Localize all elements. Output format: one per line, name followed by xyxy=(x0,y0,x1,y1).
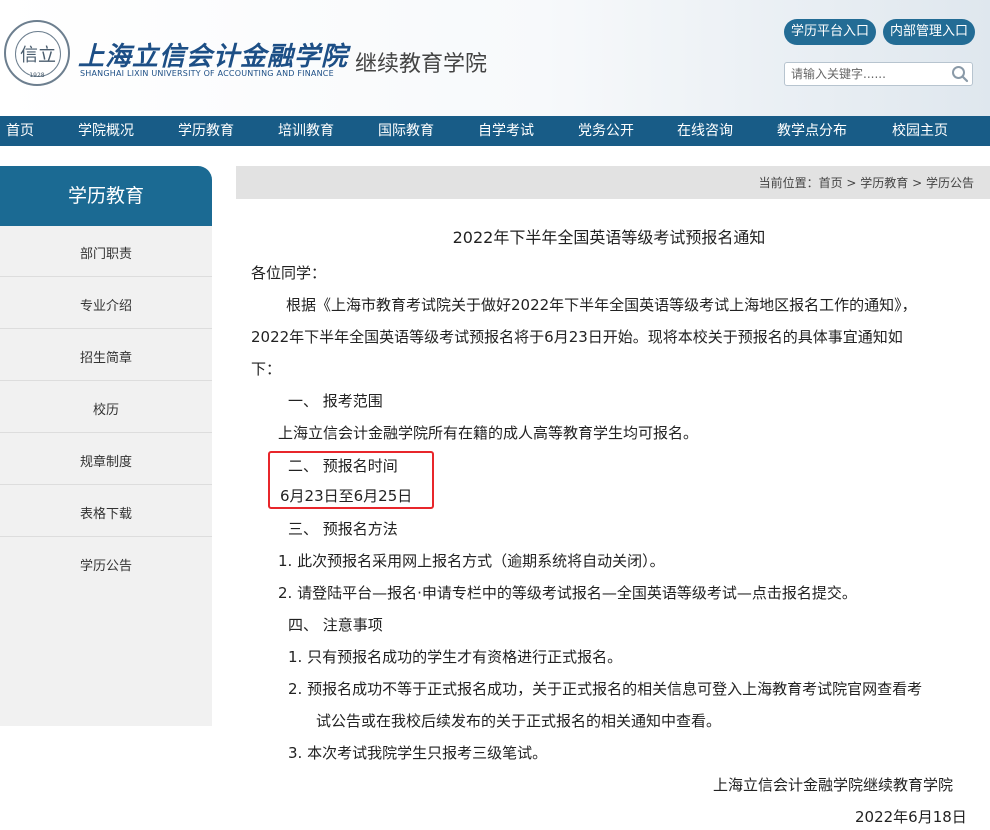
main-nav: 首页 学院概况 学历教育 培训教育 国际教育 自学考试 党务公开 在线咨询 教学… xyxy=(0,116,990,146)
breadcrumb: 当前位置：首页 > 学历教育 > 学历公告 xyxy=(759,166,974,201)
note-item-2-line-2: 试公告或在我校后续发布的关于正式报名的相关通知中查看。 xyxy=(316,712,722,730)
note-item-1: 1. 只有预报名成功的学生才有资格进行正式报名。 xyxy=(288,648,623,666)
section-scope-heading: 一、 报考范围 xyxy=(288,392,383,410)
sidebar-item-admissions[interactable]: 招生简章 xyxy=(0,330,212,381)
nav-item-online-consult[interactable]: 在线咨询 xyxy=(677,116,733,146)
sidebar-item-regulations[interactable]: 规章制度 xyxy=(0,434,212,485)
nav-item-home[interactable]: 首页 xyxy=(6,116,34,146)
degree-platform-button[interactable]: 学历平台入口 xyxy=(784,19,876,45)
date: 2022年6月18日 xyxy=(855,808,967,826)
breadcrumb-announcements[interactable]: 学历公告 xyxy=(926,176,974,190)
method-item-2: 2. 请登陆平台—报名·申请专栏中的等级考试报名—全国英语等级考试—点击报名提交… xyxy=(278,584,857,602)
nav-item-training[interactable]: 培训教育 xyxy=(278,116,334,146)
section-method-heading: 三、 预报名方法 xyxy=(288,520,398,538)
search-input[interactable] xyxy=(791,66,941,82)
section-time-heading: 二、 预报名时间 xyxy=(288,457,398,475)
sidebar-item-form-downloads[interactable]: 表格下载 xyxy=(0,486,212,537)
breadcrumb-prefix: 当前位置： xyxy=(758,176,819,190)
note-item-3: 3. 本次考试我院学生只报考三级笔试。 xyxy=(288,744,548,762)
method-item-1: 1. 此次预报名采用网上报名方式（逾期系统将自动关闭）。 xyxy=(278,552,665,570)
sidebar-item-announcements[interactable]: 学历公告 xyxy=(0,538,212,589)
college-name: 继续教育学院 xyxy=(355,52,488,77)
seal-emblem: 信立 xyxy=(15,31,61,77)
section-scope-body: 上海立信会计金融学院所有在籍的成人高等教育学生均可报名。 xyxy=(278,424,699,442)
section-time-body: 6月23日至6月25日 xyxy=(280,487,413,505)
note-item-2-line-1: 2. 预报名成功不等于正式报名成功，关于正式报名的相关信息可登入上海教育考试院官… xyxy=(288,680,923,698)
article-title: 2022年下半年全国英语等级考试预报名通知 xyxy=(452,228,766,247)
nav-item-teaching-sites[interactable]: 教学点分布 xyxy=(777,116,847,146)
breadcrumb-bar: 当前位置：首页 > 学历教育 > 学历公告 xyxy=(236,166,990,199)
sidebar-item-department-duties[interactable]: 部门职责 xyxy=(0,226,212,277)
signature: 上海立信会计金融学院继续教育学院 xyxy=(713,776,954,794)
seal-year: 1928 xyxy=(29,72,45,79)
nav-item-campus-home[interactable]: 校园主页 xyxy=(892,116,948,146)
internal-management-button[interactable]: 内部管理入口 xyxy=(883,19,975,45)
university-seal-logo[interactable]: 信立 1928 xyxy=(4,20,70,86)
sidebar-menu: 部门职责 专业介绍 招生简章 校历 规章制度 表格下载 学历公告 xyxy=(0,226,212,726)
breadcrumb-home[interactable]: 首页 xyxy=(819,176,843,190)
nav-item-degree-education[interactable]: 学历教育 xyxy=(178,116,234,146)
nav-item-international[interactable]: 国际教育 xyxy=(378,116,434,146)
breadcrumb-degree-education[interactable]: 学历教育 xyxy=(860,176,908,190)
intro-paragraph-line-3: 下： xyxy=(251,360,282,378)
nav-item-party-affairs[interactable]: 党务公开 xyxy=(578,116,634,146)
search-box xyxy=(784,62,973,86)
search-icon[interactable] xyxy=(950,64,970,84)
sidebar-title: 学历教育 xyxy=(0,166,212,226)
site-header: 信立 1928 上海立信会计金融学院 SHANGHAI LIXIN UNIVER… xyxy=(0,0,990,116)
section-notes-heading: 四、 注意事项 xyxy=(288,616,383,634)
greeting: 各位同学： xyxy=(251,264,327,282)
university-name-en: SHANGHAI LIXIN UNIVERSITY OF ACCOUNTING … xyxy=(80,69,334,78)
sidebar-item-calendar[interactable]: 校历 xyxy=(0,382,212,433)
breadcrumb-separator: > xyxy=(908,176,926,190)
intro-paragraph-line-2: 2022年下半年全国英语等级考试预报名将于6月23日开始。现将本校关于预报名的具… xyxy=(251,328,903,346)
breadcrumb-separator: > xyxy=(842,176,861,190)
sidebar-item-majors[interactable]: 专业介绍 xyxy=(0,278,212,329)
nav-item-about[interactable]: 学院概况 xyxy=(78,116,134,146)
nav-item-self-study-exam[interactable]: 自学考试 xyxy=(478,116,534,146)
intro-paragraph-line-1: 根据《上海市教育考试院关于做好2022年下半年全国英语等级考试上海地区报名工作的… xyxy=(286,296,917,314)
university-name-cn[interactable]: 上海立信会计金融学院 xyxy=(78,36,348,73)
